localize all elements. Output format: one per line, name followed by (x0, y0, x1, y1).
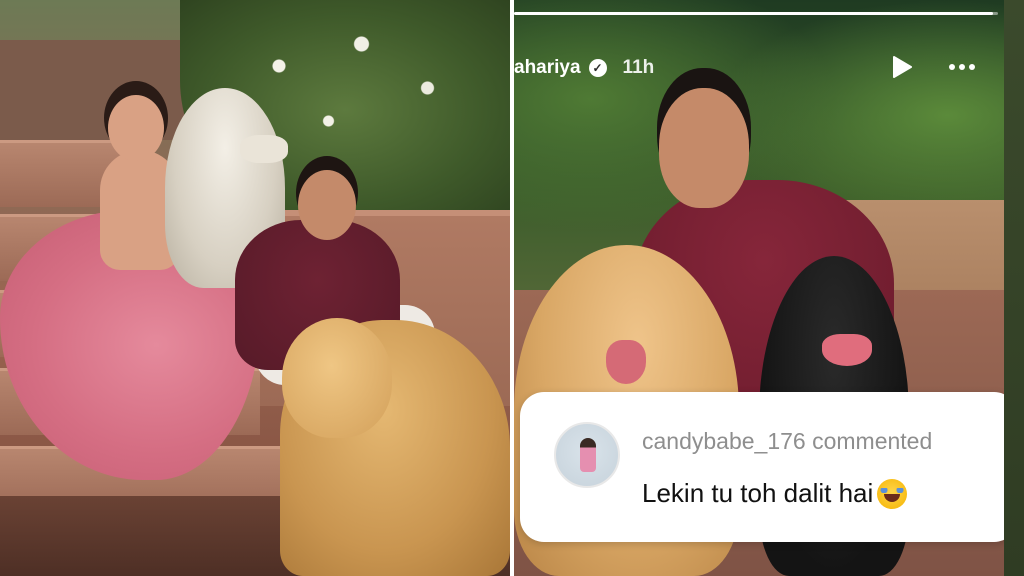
husky-snout (240, 135, 288, 163)
more-options-icon (949, 64, 955, 70)
comment-card[interactable]: candybabe_176 commented Lekin tu toh dal… (520, 392, 1018, 542)
woman-head (108, 95, 164, 161)
more-options-dot (969, 64, 975, 70)
dog-tongue (606, 340, 646, 384)
story-time: 11h (622, 57, 655, 78)
face-with-tears-of-joy-icon (877, 478, 908, 509)
comment-username-line: candybabe_176 commented (642, 428, 933, 454)
comment-text-row: Lekin tu toh dalit hai (642, 478, 908, 509)
comment-text: Lekin tu toh dalit hai (642, 478, 874, 508)
man-head (298, 170, 356, 240)
story-progress-fill (514, 12, 994, 15)
more-options-button[interactable] (942, 54, 982, 80)
dog-tongue (822, 334, 872, 366)
golden-retriever-head (282, 318, 392, 438)
right-edge-strip (1004, 0, 1024, 576)
story-progress-bar (514, 12, 998, 15)
story-screenshot: ahariya ✓ 11h candybabe_176 commented Le… (514, 0, 1024, 576)
play-button[interactable] (890, 54, 914, 80)
verified-badge-icon: ✓ (588, 59, 607, 77)
man-head (659, 88, 749, 208)
left-photo (0, 0, 510, 576)
play-icon (893, 56, 912, 78)
story-username[interactable]: ahariya (514, 57, 581, 79)
avatar-figure (580, 438, 596, 472)
more-options-dot (959, 64, 965, 70)
commenter-avatar[interactable] (554, 422, 620, 488)
story-header: ahariya ✓ 11h (514, 54, 654, 82)
